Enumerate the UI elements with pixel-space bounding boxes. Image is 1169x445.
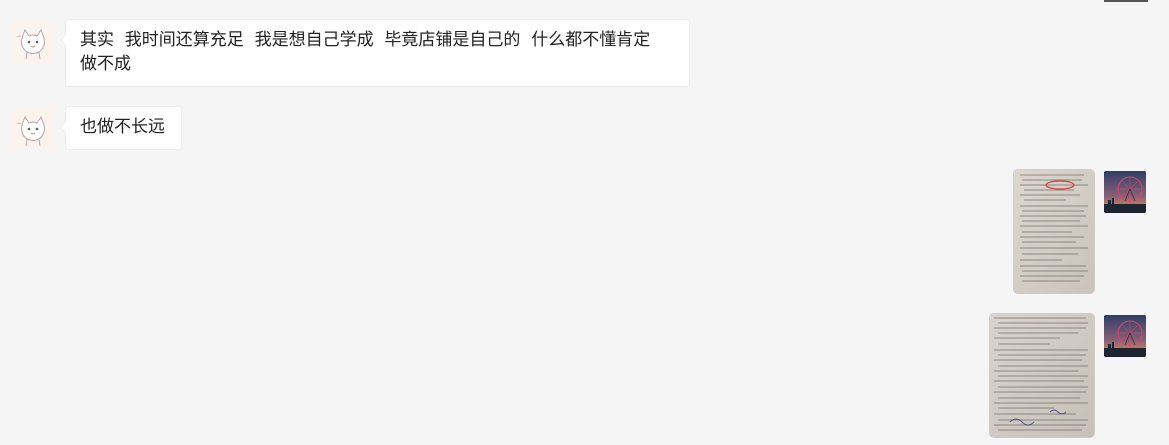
self-avatar[interactable]: [1104, 171, 1146, 213]
cat-avatar-icon: [12, 21, 54, 63]
document-photo: [1014, 170, 1094, 293]
message-bubble[interactable]: 其实 我时间还算充足 我是想自己学成 毕竟店铺是自己的 什么都不懂肯定 做不成: [60, 19, 690, 87]
self-avatar[interactable]: [1104, 315, 1146, 357]
image-message[interactable]: [990, 314, 1094, 437]
document-photo: [990, 314, 1094, 437]
image-message[interactable]: [1014, 170, 1094, 293]
scroll-indicator: [1104, 0, 1148, 2]
contact-avatar[interactable]: [12, 21, 54, 63]
ferris-wheel-avatar-icon: [1104, 315, 1146, 357]
chat-window: 其实 我时间还算充足 我是想自己学成 毕竟店铺是自己的 什么都不懂肯定 做不成 …: [0, 0, 1169, 445]
ferris-wheel-avatar-icon: [1104, 171, 1146, 213]
message-bubble[interactable]: 也做不长远: [60, 106, 182, 150]
cat-avatar-icon: [12, 108, 54, 150]
contact-avatar[interactable]: [12, 108, 54, 150]
